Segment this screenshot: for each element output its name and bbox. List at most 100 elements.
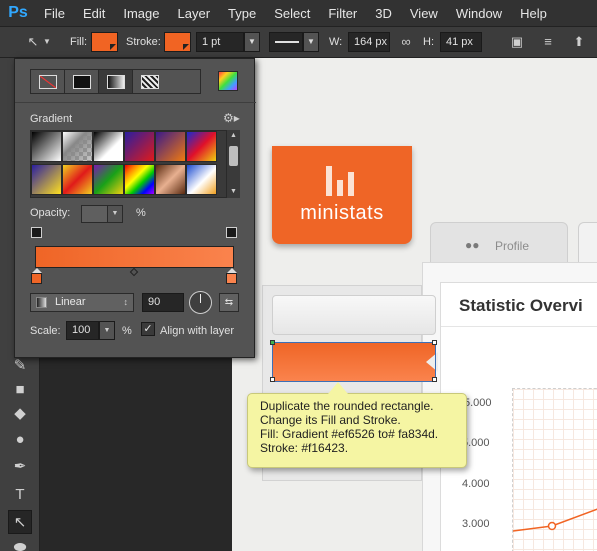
menu-edit[interactable]: Edit xyxy=(83,6,105,21)
menu-bar: Ps File Edit Image Layer Type Select Fil… xyxy=(0,0,597,27)
menu-filter[interactable]: Filter xyxy=(328,6,357,21)
menu-layer[interactable]: Layer xyxy=(178,6,211,21)
gear-icon[interactable]: ⚙▸ xyxy=(223,111,240,125)
stroke-width-field[interactable]: 1 pt xyxy=(196,32,244,52)
gradient-button[interactable] xyxy=(99,70,133,93)
solid-color-button[interactable] xyxy=(65,70,99,93)
gradient-preset[interactable] xyxy=(62,131,93,162)
grey-rounded-rectangle xyxy=(272,295,436,335)
dodge-icon[interactable]: ● xyxy=(8,428,32,452)
path-alignment-icon[interactable]: ≡ xyxy=(537,32,559,52)
angle-dial[interactable] xyxy=(189,291,212,314)
gradient-preset[interactable] xyxy=(62,164,93,195)
scroll-thumb[interactable] xyxy=(229,146,238,166)
gradient-preset[interactable] xyxy=(31,164,62,195)
menu-view[interactable]: View xyxy=(410,6,438,21)
color-stop-left[interactable] xyxy=(31,268,42,284)
presets-scrollbar[interactable]: ▲ ▼ xyxy=(226,130,240,198)
color-stop-right[interactable] xyxy=(226,268,237,284)
stroke-label: Stroke: xyxy=(126,36,161,48)
gradient-section-title: Gradient xyxy=(30,113,73,125)
opacity-dropdown[interactable]: ▼ xyxy=(107,205,123,223)
fill-label: Fill: xyxy=(70,36,88,48)
gradient-preset[interactable] xyxy=(31,131,62,162)
stroke-type-field[interactable] xyxy=(269,32,303,52)
menu-window[interactable]: Window xyxy=(456,6,502,21)
stroke-width-dropdown[interactable]: ▼ xyxy=(244,32,260,52)
type-icon[interactable]: T xyxy=(8,483,32,507)
tooltip-line: Duplicate the rounded rectangle. xyxy=(260,399,434,413)
chart-point xyxy=(547,521,557,531)
opacity-unit: % xyxy=(136,207,146,219)
gradient-preset[interactable] xyxy=(186,131,217,162)
path-operations-icon[interactable]: ▣ xyxy=(506,32,528,52)
gradient-preset[interactable] xyxy=(93,131,124,162)
gradient-bar[interactable] xyxy=(35,246,234,268)
linear-gradient-icon xyxy=(36,297,47,308)
rectangle-shape-icon[interactable]: ■ xyxy=(8,378,32,402)
anchor-handle[interactable] xyxy=(432,377,437,382)
blur-drop-icon[interactable]: ◆ xyxy=(8,402,32,426)
menu-help[interactable]: Help xyxy=(520,6,547,21)
scale-dropdown[interactable]: ▼ xyxy=(99,321,115,340)
height-field[interactable]: 41 px xyxy=(440,32,482,52)
gradient-midpoint[interactable] xyxy=(129,267,139,277)
photoshop-logo: Ps xyxy=(8,4,28,21)
height-label: H: xyxy=(423,36,434,48)
path-arrangement-icon[interactable]: ⬆ xyxy=(568,32,590,52)
y-tick-label: 4.000 xyxy=(462,478,490,490)
no-color-icon xyxy=(38,74,57,89)
opacity-stop-left[interactable] xyxy=(31,227,42,238)
scroll-down-icon[interactable]: ▼ xyxy=(230,188,237,195)
menu-select[interactable]: Select xyxy=(274,6,310,21)
ministats-logo-card: ministats xyxy=(272,146,412,244)
anchor-handle[interactable] xyxy=(432,340,437,345)
link-icon[interactable]: ∞ xyxy=(395,32,417,52)
reverse-gradient-button[interactable]: ⇆ xyxy=(219,293,239,312)
chart-line xyxy=(513,508,597,532)
gradient-preset[interactable] xyxy=(124,164,155,195)
tab-profile-label: Profile xyxy=(495,239,530,253)
menu-image[interactable]: Image xyxy=(123,6,159,21)
menu-type[interactable]: Type xyxy=(228,6,256,21)
chart-grid xyxy=(512,388,597,551)
path-selection-icon[interactable]: ↖ xyxy=(8,510,32,534)
fill-swatch[interactable] xyxy=(91,32,118,52)
tooltip-line: Stroke: #f16423. xyxy=(260,441,349,455)
color-picker-button[interactable] xyxy=(218,71,238,91)
stroke-type-dropdown[interactable]: ▼ xyxy=(303,32,319,52)
width-field[interactable]: 164 px xyxy=(348,32,390,52)
menu-3d[interactable]: 3D xyxy=(375,6,392,21)
gradient-preset[interactable] xyxy=(155,131,186,162)
scroll-up-icon[interactable]: ▲ xyxy=(230,132,237,139)
tooltip-line: Fill: Gradient #ef6526 to# fa834d. xyxy=(260,427,439,441)
gradient-icon xyxy=(106,74,125,89)
angle-field[interactable]: 90 xyxy=(142,293,184,312)
anchor-handle[interactable] xyxy=(270,340,275,345)
options-bar: ↖ ▼ Fill: Stroke: 1 pt ▼ ▼ W: 164 px ∞ H… xyxy=(0,27,597,58)
updown-arrows-icon: ↕ xyxy=(123,297,129,307)
users-icon: ●● xyxy=(465,238,480,252)
gradient-preset[interactable] xyxy=(93,164,124,195)
stroke-line-preview xyxy=(275,41,299,43)
gradient-type-select[interactable]: Linear ↕ xyxy=(30,293,134,312)
gradient-preset[interactable] xyxy=(155,164,186,195)
align-with-layer-checkbox[interactable]: ✓ xyxy=(141,322,155,336)
ellipse-icon[interactable]: ⬬ xyxy=(8,536,32,551)
menu-file[interactable]: File xyxy=(44,6,65,21)
stroke-swatch[interactable] xyxy=(164,32,191,52)
divider xyxy=(15,102,256,103)
gradient-preset[interactable] xyxy=(186,164,217,195)
logo-text: ministats xyxy=(300,202,384,224)
no-fill-button[interactable] xyxy=(31,70,65,93)
opacity-stop-right[interactable] xyxy=(226,227,237,238)
y-tick-label: 3.000 xyxy=(462,518,490,530)
tool-preset-dropdown[interactable]: ▼ xyxy=(40,32,54,52)
pen-icon[interactable]: ✒ xyxy=(8,455,32,479)
statistic-title: Statistic Overvi xyxy=(459,296,583,315)
scale-field[interactable]: 100 xyxy=(66,321,99,340)
pattern-button[interactable] xyxy=(133,70,167,93)
gradient-preset[interactable] xyxy=(124,131,155,162)
y-tick-label: 5.000 xyxy=(464,397,492,409)
anchor-handle[interactable] xyxy=(270,377,275,382)
